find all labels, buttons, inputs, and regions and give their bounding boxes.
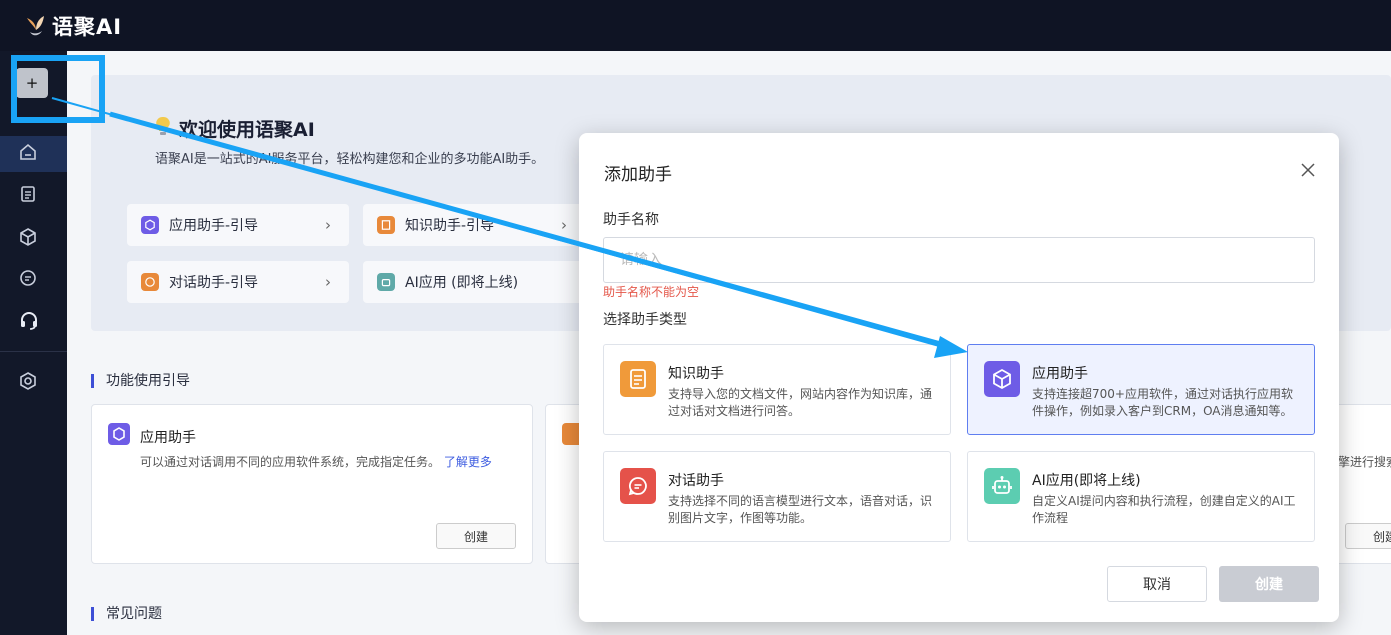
chevron-right-icon: ›: [561, 216, 567, 234]
create-button[interactable]: 创建: [436, 523, 516, 549]
bird-logo-icon: [24, 14, 46, 38]
assistant-name-input[interactable]: [603, 237, 1315, 283]
settings-hexagon-icon: [18, 371, 38, 395]
document-icon: [620, 361, 656, 397]
sidebar-item-settings[interactable]: [0, 365, 67, 401]
dialog-title: 添加助手: [604, 165, 672, 185]
chevron-right-icon: ›: [325, 216, 331, 234]
feature-title: 应用助手: [140, 430, 196, 446]
cube-icon: [984, 361, 1020, 397]
document-icon: [377, 216, 395, 234]
create-button[interactable]: 创建: [1219, 566, 1319, 602]
type-card-ai-app[interactable]: AI应用(即将上线) 自定义AI提问内容和执行流程，创建自定义的AI工作流程: [967, 451, 1315, 542]
cube-icon: [108, 423, 130, 445]
guide-app-assistant[interactable]: 应用助手-引导 ›: [127, 204, 349, 246]
type-label: 选择助手类型: [603, 312, 687, 328]
annotation-highlight-box: [11, 55, 105, 123]
app-name: 语聚AI: [52, 14, 123, 39]
section-faq: 常见问题: [91, 607, 162, 621]
guide-ai-app[interactable]: AI应用 (即将上线): [363, 261, 585, 303]
cube-icon: [141, 216, 159, 234]
chat-bubble-icon: [18, 268, 38, 292]
robot-icon: [377, 273, 395, 291]
create-button[interactable]: 创建: [1345, 523, 1391, 549]
name-label: 助手名称: [603, 212, 659, 228]
sidebar-item-home[interactable]: [0, 136, 67, 172]
welcome-subtitle: 语聚AI是一站式的AI服务平台，轻松构建您和企业的多功能AI助手。: [155, 152, 545, 167]
document-icon: [18, 184, 38, 208]
type-card-knowledge[interactable]: 知识助手 支持导入您的文档文件，网站内容作为知识库，通过对话对文档进行问答。: [603, 344, 951, 435]
robot-icon: [984, 468, 1020, 504]
feature-card-app-assistant: 应用助手 可以通过对话调用不同的应用软件系统，完成指定任务。 了解更多 创建: [91, 404, 533, 564]
sidebar: +: [0, 51, 67, 635]
type-card-chat[interactable]: 对话助手 支持选择不同的语言模型进行文本，语音对话，识别图片文字，作图等功能。: [603, 451, 951, 542]
lightbulb-icon: [155, 115, 171, 142]
chat-bubble-icon: [620, 468, 656, 504]
sidebar-item-apps[interactable]: [0, 221, 67, 257]
top-bar: 语聚AI: [0, 0, 1391, 51]
headset-icon: [18, 309, 40, 335]
feature-desc-clipped: 擎进行搜索: [1338, 455, 1391, 469]
learn-more-link[interactable]: 了解更多: [444, 455, 492, 469]
sidebar-divider: [0, 351, 67, 352]
sidebar-item-support[interactable]: [0, 304, 67, 340]
add-assistant-dialog: 添加助手 助手名称 助手名称不能为空 选择助手类型 知识助手 支持导入您的文档文…: [579, 133, 1339, 622]
chevron-right-icon: ›: [325, 273, 331, 291]
home-icon: [18, 142, 38, 166]
chat-bubble-icon: [141, 273, 159, 291]
type-card-app[interactable]: 应用助手 支持连接超700+应用软件，通过对话执行应用软件操作，例如录入客户到C…: [967, 344, 1315, 435]
app-logo[interactable]: 语聚AI: [24, 11, 122, 41]
guide-knowledge-assistant[interactable]: 知识助手-引导 ›: [363, 204, 585, 246]
sidebar-item-documents[interactable]: [0, 178, 67, 214]
close-icon[interactable]: [1299, 161, 1317, 179]
section-feature-guide: 功能使用引导: [91, 374, 190, 388]
welcome-title: 欢迎使用语聚AI: [155, 115, 315, 142]
name-error: 助手名称不能为空: [603, 285, 700, 299]
sidebar-item-chat[interactable]: [0, 262, 67, 298]
guide-chat-assistant[interactable]: 对话助手-引导 ›: [127, 261, 349, 303]
feature-desc: 可以通过对话调用不同的应用软件系统，完成指定任务。 了解更多: [140, 455, 492, 469]
cancel-button[interactable]: 取消: [1107, 566, 1207, 602]
cube-icon: [18, 227, 38, 251]
